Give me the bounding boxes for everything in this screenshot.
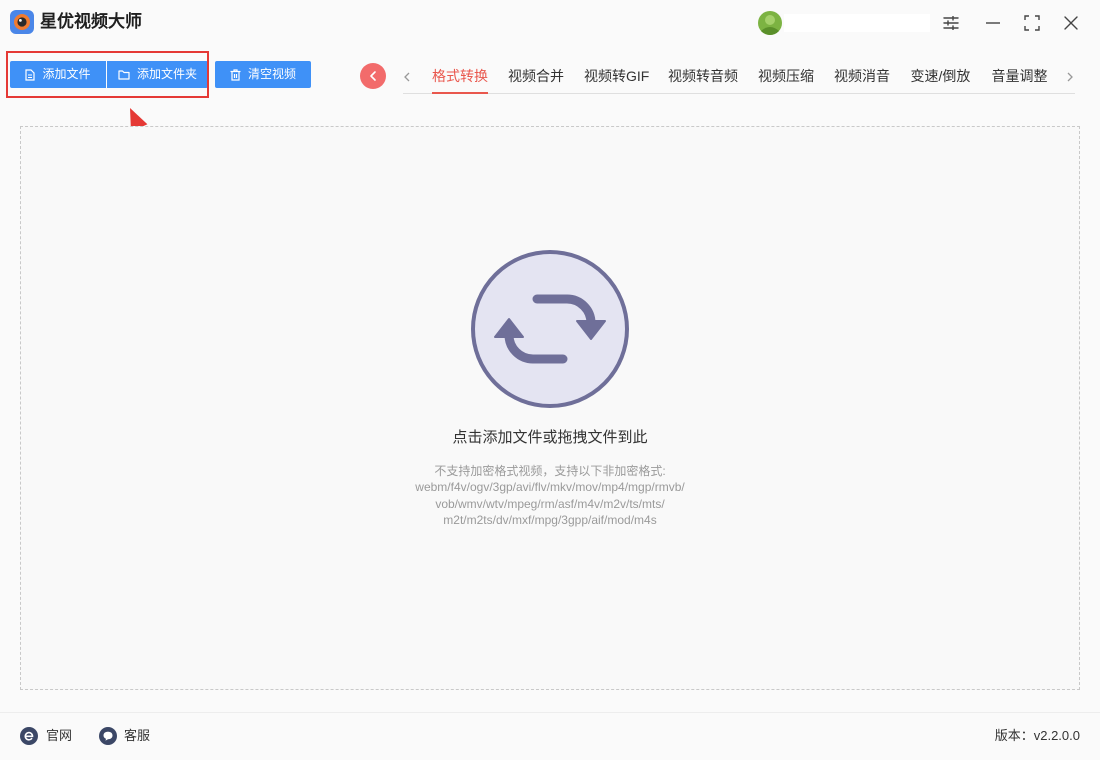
tabs-scroll-left-icon[interactable] (402, 70, 412, 84)
format-notice: 不支持加密格式视频，支持以下非加密格式: webm/f4v/ogv/3gp/av… (260, 463, 840, 528)
format-list-line: vob/wmv/wtv/mpeg/rm/asf/m4v/m2v/ts/mts/ (435, 496, 665, 511)
close-x-icon (1064, 16, 1078, 30)
fullscreen-corners-icon (1024, 15, 1040, 31)
tab-video-to-gif[interactable]: 视频转GIF (584, 66, 649, 94)
sliders-icon (943, 16, 959, 30)
tab-video-mute[interactable]: 视频消音 (834, 66, 890, 94)
format-list-line: m2t/m2ts/dv/mxf/mpg/3gpp/aif/mod/m4s (443, 512, 657, 527)
minimize-line-icon (986, 22, 1000, 24)
version-label: 版本：v2.2.0.0 (994, 728, 1080, 743)
clear-videos-button[interactable]: 清空视频 (215, 61, 311, 88)
minimize-icon[interactable] (981, 11, 1005, 35)
footer-divider (0, 712, 1100, 713)
tab-volume-adjust[interactable]: 音量调整 (991, 66, 1048, 94)
chat-bubble-icon[interactable] (99, 727, 117, 745)
support-link[interactable]: 客服 (124, 727, 150, 745)
close-icon[interactable] (1059, 11, 1083, 35)
settings-icon[interactable] (939, 11, 963, 35)
app-logo-icon (10, 10, 34, 34)
convert-sync-icon[interactable] (470, 249, 630, 409)
tab-speed-reverse[interactable]: 变速/倒放 (910, 66, 971, 94)
unsupported-notice: 不支持加密格式视频，支持以下非加密格式: (434, 464, 666, 478)
tab-video-compress[interactable]: 视频压缩 (758, 66, 814, 94)
tab-format-convert[interactable]: 格式转换 (432, 66, 488, 94)
app-title: 星优视频大师 (40, 12, 142, 31)
back-button[interactable] (360, 63, 386, 89)
user-avatar[interactable] (758, 11, 782, 35)
annotation-highlight-box (6, 51, 209, 98)
maximize-icon[interactable] (1020, 11, 1044, 35)
tab-video-merge[interactable]: 视频合并 (508, 66, 564, 94)
format-list-line: webm/f4v/ogv/3gp/avi/flv/mkv/mov/mp4/mgp… (415, 480, 685, 495)
tab-video-to-audio[interactable]: 视频转音频 (668, 66, 738, 94)
drop-prompt: 点击添加文件或拖拽文件到此 (452, 429, 648, 446)
tabs-scroll-right-icon[interactable] (1065, 70, 1075, 84)
website-link[interactable]: 官网 (46, 727, 72, 745)
trash-icon (230, 68, 241, 81)
tabs-baseline (403, 93, 1075, 94)
clear-videos-label: 清空视频 (247, 67, 296, 81)
username-redacted (784, 14, 930, 32)
chevron-left-icon (370, 71, 376, 81)
website-e-icon[interactable] (20, 727, 38, 745)
